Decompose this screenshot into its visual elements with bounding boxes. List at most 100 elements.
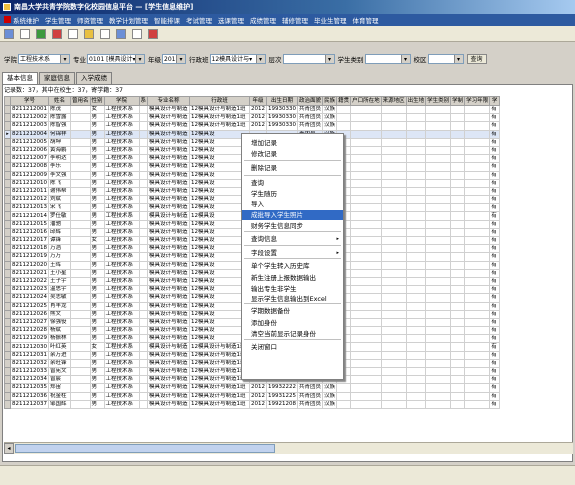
table-cell[interactable] — [380, 104, 407, 115]
table-cell[interactable]: 有 — [489, 334, 501, 344]
table-cell[interactable]: 有 — [489, 113, 501, 123]
table-cell[interactable] — [450, 334, 466, 344]
context-menu-item[interactable]: 学生随历 — [242, 189, 343, 199]
table-cell[interactable]: 有 — [489, 350, 501, 360]
refresh-icon[interactable] — [68, 28, 78, 39]
table-cell[interactable] — [405, 211, 427, 221]
table-cell[interactable] — [350, 170, 382, 180]
table-cell[interactable]: 模具设计与制造 — [147, 252, 191, 262]
table-cell[interactable]: 工程技术系 — [103, 342, 140, 352]
table-cell[interactable]: 8211212027 — [10, 317, 49, 328]
table-cell[interactable] — [405, 326, 427, 336]
context-menu-item[interactable]: 查询 — [242, 178, 343, 188]
table-cell[interactable]: 模具设计与制造 — [147, 203, 191, 213]
table-cell[interactable] — [70, 195, 91, 205]
table-cell[interactable]: 8211212036 — [10, 391, 49, 401]
table-cell[interactable] — [138, 375, 149, 385]
table-cell[interactable]: 模具设计与制造 — [147, 129, 191, 139]
table-cell[interactable]: 模具设计与制造 — [147, 244, 191, 254]
table-cell[interactable] — [425, 391, 452, 401]
table-row[interactable]: 8211212002 陈雪露 男工程技术系 模具设计与制造 12模具设计与制造1班 201… — [4, 113, 501, 123]
student-type-select[interactable] — [364, 54, 411, 64]
table-cell[interactable]: 有 — [489, 383, 501, 393]
table-cell[interactable] — [405, 334, 427, 344]
table-cell[interactable] — [70, 276, 91, 287]
table-cell[interactable] — [380, 383, 407, 393]
table-cell[interactable]: 工程技术系 — [103, 211, 140, 221]
table-cell[interactable] — [464, 252, 491, 262]
table-cell[interactable] — [450, 129, 466, 139]
table-cell[interactable]: 工程技术系 — [103, 252, 140, 262]
table-cell[interactable] — [464, 129, 491, 139]
table-cell[interactable] — [464, 326, 491, 336]
table-cell[interactable] — [464, 235, 491, 246]
table-cell[interactable] — [138, 285, 149, 295]
table-cell[interactable]: 2012 — [249, 391, 268, 401]
table-cell[interactable] — [138, 309, 149, 319]
table-cell[interactable] — [425, 129, 452, 139]
menu-item[interactable]: 成绩管理 — [247, 15, 279, 25]
table-cell[interactable] — [425, 178, 452, 188]
table-cell[interactable] — [70, 145, 91, 156]
print-icon[interactable] — [84, 28, 94, 39]
table-cell[interactable] — [464, 154, 491, 164]
table-cell[interactable] — [405, 366, 427, 377]
table-cell[interactable] — [380, 334, 407, 344]
table-cell[interactable]: 模具设计与制造 — [147, 366, 191, 377]
context-menu-item[interactable]: 修改记录 — [242, 149, 343, 159]
table-cell[interactable] — [464, 358, 491, 369]
table-cell[interactable]: 8211212015 — [10, 219, 49, 229]
context-menu-item[interactable]: 单个学生转入历史库 — [242, 261, 343, 271]
table-cell[interactable] — [425, 137, 452, 147]
table-cell[interactable]: 8211212011 — [10, 186, 49, 197]
table-cell[interactable]: 杨振林 — [48, 334, 71, 344]
table-cell[interactable]: 有 — [489, 285, 501, 295]
table-cell[interactable]: 模具设计与制造 — [147, 276, 191, 287]
table-cell[interactable]: 8211212016 — [10, 227, 49, 238]
table-cell[interactable]: 2012 — [249, 121, 268, 131]
table-cell[interactable] — [425, 244, 452, 254]
table-cell[interactable] — [464, 293, 491, 303]
table-cell[interactable] — [464, 170, 491, 180]
export-icon[interactable] — [116, 28, 126, 39]
table-cell[interactable]: 模具设计与制造 — [147, 227, 191, 238]
table-cell[interactable] — [464, 137, 491, 147]
table-cell[interactable]: 男 — [89, 252, 105, 262]
table-cell[interactable] — [380, 170, 407, 180]
table-cell[interactable]: 汉族 — [322, 113, 338, 123]
table-cell[interactable]: 8211212014 — [10, 211, 49, 221]
table-cell[interactable] — [464, 366, 491, 377]
table-cell[interactable] — [425, 399, 452, 409]
table-cell[interactable] — [350, 293, 382, 303]
table-cell[interactable] — [350, 326, 382, 336]
table-cell[interactable]: 模具设计与制造 — [147, 391, 191, 401]
table-cell[interactable]: 12模具设计与制造1班 — [189, 104, 251, 115]
column-header[interactable]: 性别 — [89, 96, 105, 106]
table-cell[interactable]: 杨斌 — [48, 326, 71, 336]
table-cell[interactable] — [138, 358, 149, 369]
table-cell[interactable] — [350, 104, 382, 115]
table-cell[interactable] — [464, 350, 491, 360]
table-cell[interactable] — [405, 227, 427, 238]
table-cell[interactable] — [138, 137, 149, 147]
table-cell[interactable]: 模具设计与制造 — [147, 145, 191, 156]
table-cell[interactable]: 汉族 — [322, 391, 338, 401]
table-cell[interactable] — [425, 121, 452, 131]
table-cell[interactable]: 邹国辉 — [48, 399, 71, 409]
table-cell[interactable] — [450, 268, 466, 278]
table-cell[interactable] — [350, 154, 382, 164]
table-cell[interactable] — [70, 162, 91, 172]
table-cell[interactable] — [425, 252, 452, 262]
table-cell[interactable]: 有 — [489, 203, 501, 213]
table-row[interactable]: 8211212003 陈智强 男工程技术系 模具设计与制造 12模具设计与制造1班 201… — [4, 121, 501, 131]
exit-icon[interactable] — [148, 28, 158, 39]
table-cell[interactable]: 有 — [489, 268, 501, 278]
table-cell[interactable]: 8211212037 — [10, 399, 49, 409]
table-cell[interactable]: 有 — [489, 137, 501, 147]
table-cell[interactable] — [425, 219, 452, 229]
table-cell[interactable] — [138, 334, 149, 344]
column-header[interactable]: 系 — [138, 96, 149, 106]
table-cell[interactable] — [464, 375, 491, 385]
table-cell[interactable] — [70, 293, 91, 303]
table-cell[interactable]: 男 — [89, 375, 105, 385]
